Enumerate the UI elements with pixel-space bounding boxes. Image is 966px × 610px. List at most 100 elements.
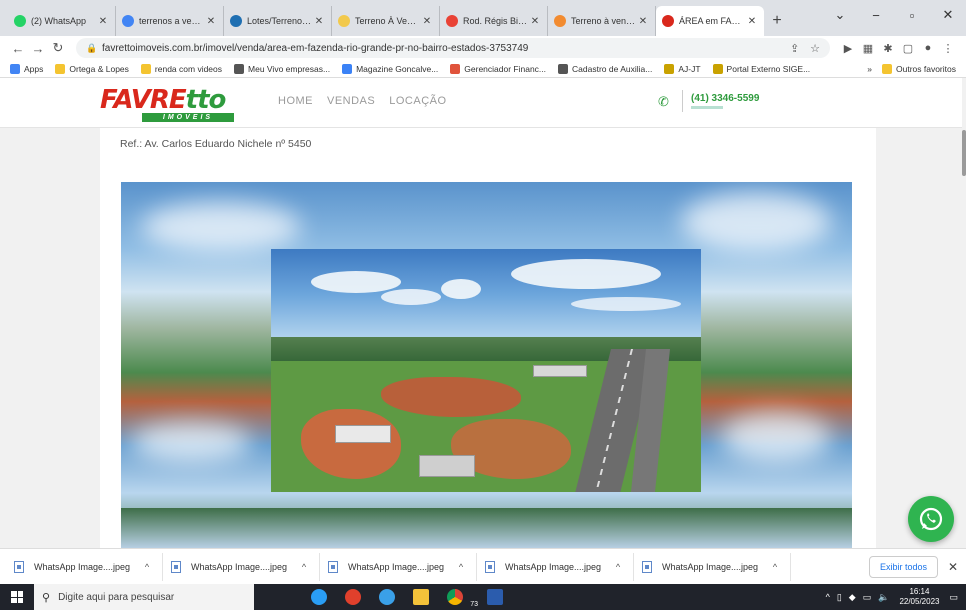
download-filename: WhatsApp Image....jpeg <box>505 561 602 572</box>
download-item-4[interactable]: WhatsApp Image....jpeg ^ <box>634 552 791 581</box>
tab-label: terrenos a venda fa <box>139 16 205 26</box>
taskbar-apps: 73 <box>306 586 516 608</box>
start-button[interactable] <box>0 584 34 610</box>
taskbar-chrome[interactable]: 73 <box>442 586 478 608</box>
bookmark-item-6[interactable]: Cadastro de Auxilia... <box>558 63 652 74</box>
edge-icon <box>311 589 327 605</box>
download-item-2[interactable]: WhatsApp Image....jpeg ^ <box>320 552 477 581</box>
bookmark-item-2[interactable]: renda com videos <box>140 63 222 74</box>
browser-tab-5[interactable]: Terreno à venda no✕ <box>548 6 656 36</box>
browser-tab-4[interactable]: Rod. Régis Bittenco✕ <box>440 6 548 36</box>
phone-note <box>691 106 723 109</box>
tab-close-icon[interactable]: ✕ <box>637 16 649 27</box>
tab-search-chevron-icon[interactable]: ⌄ <box>822 7 858 23</box>
close-downloads-bar-icon[interactable]: ✕ <box>946 560 960 574</box>
show-all-downloads-button[interactable]: Exibir todos <box>868 555 938 578</box>
taskbar-opera[interactable] <box>340 586 366 608</box>
chrome-icon <box>447 589 463 605</box>
bookmark-item-5[interactable]: Gerenciador Financ... <box>450 63 547 74</box>
scrollbar-thumb[interactable] <box>962 130 966 176</box>
bookmark-item-4[interactable]: Magazine Goncalve... <box>342 63 438 74</box>
back-button[interactable]: ← <box>8 41 28 56</box>
tab-close-icon[interactable]: ✕ <box>97 16 109 27</box>
taskbar-edge[interactable] <box>306 586 332 608</box>
tray-app-icon[interactable]: ◆ <box>849 592 856 603</box>
browser-tab-6[interactable]: ÁREA em FAZENDA✕ <box>656 6 764 36</box>
close-window-button[interactable]: ✕ <box>930 7 966 23</box>
photo-gallery[interactable] <box>121 182 852 548</box>
tab-close-icon[interactable]: ✕ <box>529 16 541 27</box>
image-file-icon <box>485 560 495 573</box>
share-icon[interactable]: ⇪ <box>790 43 799 55</box>
whatsapp-float-button[interactable] <box>908 496 954 542</box>
browser-tab-3[interactable]: Terreno À Venda - F✕ <box>332 6 440 36</box>
taskbar-file-explorer[interactable] <box>408 586 434 608</box>
image-file-icon <box>328 560 338 573</box>
browser-menu-icon[interactable]: ⋮ <box>938 42 958 55</box>
browser-tab-0[interactable]: (2) WhatsApp ✕ <box>8 6 116 36</box>
download-options-chevron-icon[interactable]: ^ <box>454 562 468 572</box>
download-item-3[interactable]: WhatsApp Image....jpeg ^ <box>477 552 634 581</box>
taskbar-app-blue[interactable] <box>374 586 400 608</box>
tab-close-icon[interactable]: ✕ <box>313 16 325 27</box>
omnibox[interactable]: 🔒 favrettoimoveis.com.br/imovel/venda/ar… <box>76 38 830 58</box>
extension-grid-icon[interactable]: ▦ <box>858 42 878 55</box>
notifications-icon[interactable]: ▭ <box>949 592 958 603</box>
phone-icon: ✆ <box>658 94 669 109</box>
forward-button[interactable]: → <box>28 41 48 56</box>
profile-avatar-icon[interactable]: ● <box>918 42 938 54</box>
extensions-puzzle-icon[interactable]: ✱ <box>878 42 898 55</box>
tab-close-icon[interactable]: ✕ <box>421 16 433 27</box>
bookmark-star-icon[interactable]: ☆ <box>810 43 820 55</box>
phone-divider <box>682 90 683 112</box>
aerial-land-photo[interactable] <box>271 249 701 492</box>
volume-icon[interactable]: 🔈 <box>878 592 889 603</box>
favretto-logo[interactable]: FAVREtto IMOVEIS <box>100 86 240 124</box>
network-icon[interactable]: ▭ <box>863 592 872 603</box>
minimize-button[interactable]: − <box>858 8 894 23</box>
bookmark-item-1[interactable]: Ortega & Lopes <box>55 63 129 74</box>
maximize-button[interactable]: ▫ <box>894 8 930 23</box>
taskbar-search[interactable]: ⚲ Digite aqui para pesquisar <box>34 584 254 610</box>
other-bookmarks-label: Outros favoritos <box>896 63 956 74</box>
nav-home[interactable]: HOME <box>278 95 313 107</box>
side-panel-icon[interactable]: ▢ <box>898 42 918 55</box>
reload-button[interactable]: ↻ <box>48 40 68 56</box>
bookmark-icon <box>664 63 675 74</box>
download-options-chevron-icon[interactable]: ^ <box>768 562 782 572</box>
tray-chevron-icon[interactable]: ^ <box>826 592 830 602</box>
taskbar-word[interactable] <box>482 586 508 608</box>
download-options-chevron-icon[interactable]: ^ <box>611 562 625 572</box>
photo-house <box>419 455 475 477</box>
download-item-1[interactable]: WhatsApp Image....jpeg ^ <box>163 552 320 581</box>
page-scrollbar[interactable] <box>962 78 966 548</box>
bookmark-icon <box>140 63 151 74</box>
bookmark-item-3[interactable]: Meu Vivo empresas... <box>234 63 330 74</box>
taskbar-clock[interactable]: 16:14 22/05/2023 <box>899 587 939 607</box>
bookmark-item-0[interactable]: Apps <box>10 63 43 74</box>
bookmark-item-8[interactable]: Portal Externo SIGE... <box>712 63 810 74</box>
bookmarks-more-chevron[interactable]: » <box>867 64 872 74</box>
download-item-0[interactable]: WhatsApp Image....jpeg ^ <box>6 552 163 581</box>
other-bookmarks-folder[interactable]: Outros favoritos <box>882 63 956 74</box>
image-file-icon <box>642 560 652 573</box>
bookmark-item-7[interactable]: AJ-JT <box>664 63 701 74</box>
download-filename: WhatsApp Image....jpeg <box>348 561 445 572</box>
nav-locacao[interactable]: LOCAÇÃO <box>389 95 446 107</box>
tab-close-icon[interactable]: ✕ <box>746 16 758 27</box>
browser-tab-2[interactable]: Lotes/Terrenos à ve✕ <box>224 6 332 36</box>
extension-play-icon[interactable]: ▶ <box>838 42 858 55</box>
browser-tab-1[interactable]: terrenos a venda fa✕ <box>116 6 224 36</box>
bookmark-label: Gerenciador Financ... <box>464 63 547 74</box>
tab-close-icon[interactable]: ✕ <box>205 16 217 27</box>
site-icon <box>338 15 350 27</box>
maps-pin-icon <box>446 15 458 27</box>
url-text[interactable]: favrettoimoveis.com.br/imovel/venda/area… <box>102 43 782 54</box>
phone-contact[interactable]: ✆ (41) 3346-5599 <box>658 90 759 112</box>
download-options-chevron-icon[interactable]: ^ <box>140 562 154 572</box>
tray-device-icon[interactable]: ▯ <box>837 592 842 603</box>
new-tab-button[interactable]: + <box>764 6 790 36</box>
nav-vendas[interactable]: VENDAS <box>327 95 375 107</box>
clock-date: 22/05/2023 <box>899 597 940 606</box>
download-options-chevron-icon[interactable]: ^ <box>297 562 311 572</box>
